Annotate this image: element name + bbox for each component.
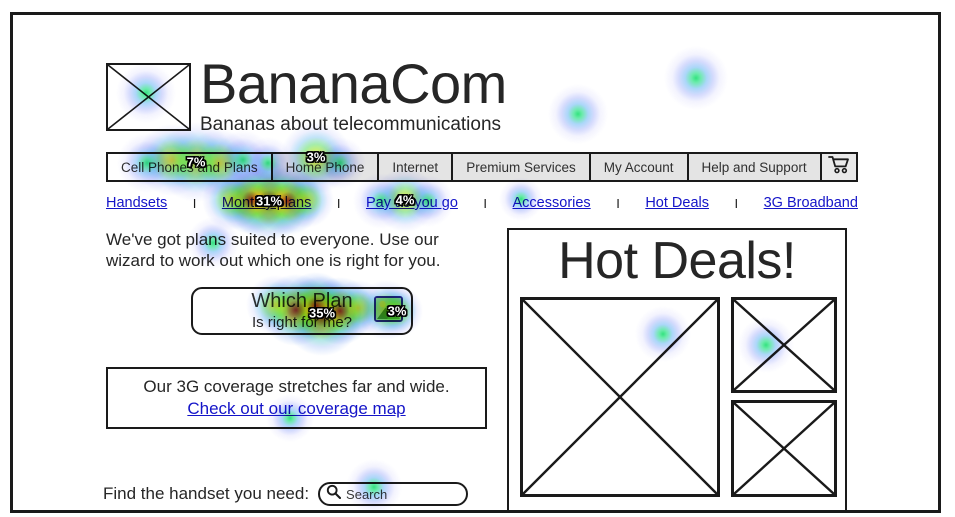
nav-tab-label: Help and Support (701, 159, 807, 175)
intro-line-1: We've got plans suited to everyone. Use … (106, 230, 439, 249)
sub-nav-separator: I (336, 195, 341, 211)
sub-nav-separator: I (192, 195, 197, 211)
deal-tile-bottom[interactable] (731, 400, 837, 497)
sub-link-accessories[interactable]: Accessories (513, 195, 591, 211)
find-handset-row: Find the handset you need: Search (103, 482, 469, 506)
search-input[interactable]: Search (318, 482, 469, 506)
nav-tab-label: Home Phone (285, 159, 365, 175)
nav-tab-home-phone[interactable]: Home Phone (272, 154, 380, 180)
nav-tab-internet[interactable]: Internet (379, 154, 454, 180)
shopping-cart-button[interactable] (821, 154, 856, 180)
nav-tab-label: Cell Phones and Plans (121, 159, 258, 175)
intro-line-2: wizard to work out which one is right fo… (106, 251, 441, 270)
sub-nav-separator: I (734, 195, 739, 211)
magnifier-icon (326, 484, 342, 504)
deal-tile-top[interactable] (731, 297, 837, 393)
find-handset-label: Find the handset you need: (103, 484, 310, 503)
deal-tile-main[interactable] (520, 297, 720, 497)
image-placeholder-icon[interactable] (374, 296, 403, 322)
which-plan-button[interactable]: Which Plan Is right for me? (191, 287, 413, 335)
hot-deals-panel: Hot Deals! (507, 228, 847, 510)
sub-link-hot-deals[interactable]: Hot Deals (645, 195, 709, 211)
secondary-nav: Handsets I Monthly plans I Pay as you go… (106, 195, 858, 211)
primary-nav: Cell Phones and Plans Home Phone Interne… (106, 152, 858, 182)
nav-tab-premium-services[interactable]: Premium Services (453, 154, 591, 180)
sub-nav-separator: I (483, 195, 488, 211)
sub-link-pay-as-you-go[interactable]: Pay as you go (366, 195, 458, 211)
nav-tab-my-account[interactable]: My Account (590, 154, 689, 180)
intro-copy: We've got plans suited to everyone. Use … (106, 229, 501, 271)
nav-tab-help-and-support[interactable]: Help and Support (688, 154, 822, 180)
coverage-map-link[interactable]: Check out our coverage map (187, 398, 405, 420)
site-header: BananaCom Bananas about telecommunicatio… (106, 52, 566, 145)
coverage-text: Our 3G coverage stretches far and wide. (143, 377, 450, 396)
sub-link-handsets[interactable]: Handsets (106, 195, 167, 211)
nav-tab-label: Premium Services (466, 159, 576, 175)
brand-block: BananaCom Bananas about telecommunicatio… (200, 52, 507, 136)
nav-tab-label: Internet (392, 159, 439, 175)
brand-tagline: Bananas about telecommunications (200, 114, 502, 135)
page-frame: BananaCom Bananas about telecommunicatio… (10, 12, 941, 513)
sub-link-3g-broadband[interactable]: 3G Broadband (764, 195, 858, 211)
sub-nav-separator: I (616, 195, 620, 211)
shopping-cart-icon (827, 155, 850, 179)
search-placeholder: Search (346, 486, 388, 502)
coverage-box: Our 3G coverage stretches far and wide. … (106, 367, 487, 429)
sub-link-monthly-plans[interactable]: Monthly plans (222, 195, 311, 211)
brand-title: BananaCom (200, 52, 507, 115)
nav-tab-label: My Account (603, 159, 674, 175)
logo-placeholder-icon (106, 63, 191, 131)
hot-deals-title: Hot Deals! (558, 232, 796, 290)
nav-tab-cell-phones-and-plans[interactable]: Cell Phones and Plans (108, 154, 273, 180)
